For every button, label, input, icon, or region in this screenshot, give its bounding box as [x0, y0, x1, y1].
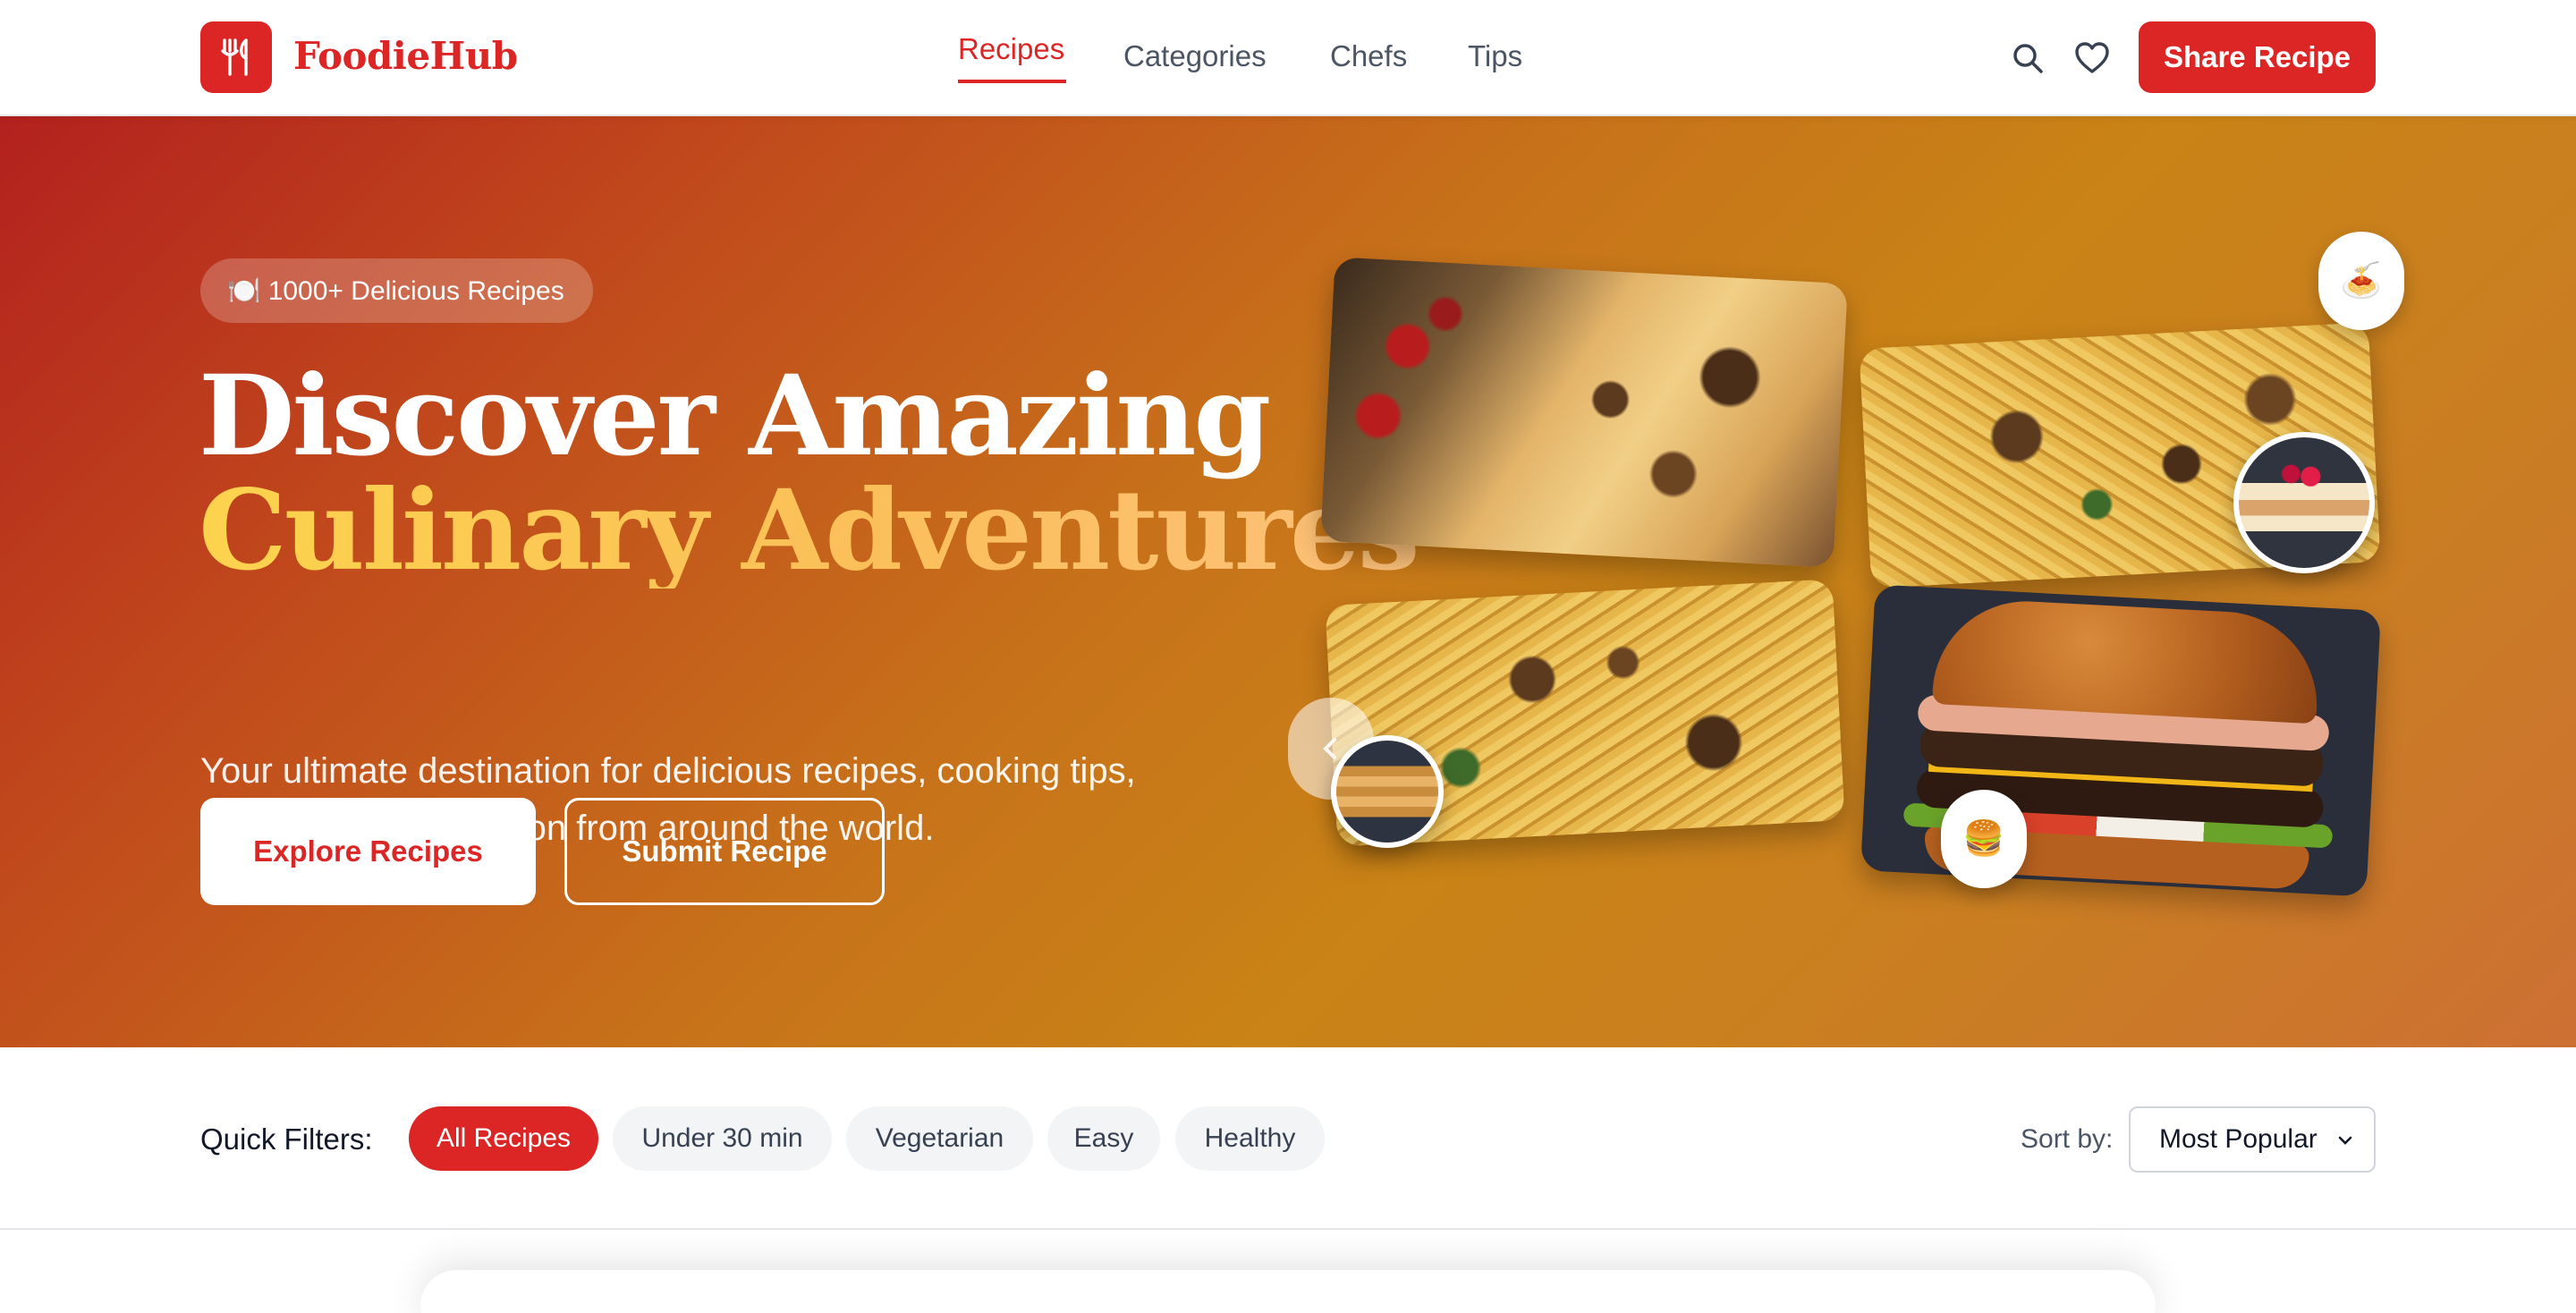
- filter-chip-easy[interactable]: Easy: [1047, 1106, 1160, 1171]
- nav-link-tips[interactable]: Tips: [1468, 39, 1522, 73]
- spaghetti-icon: 🍝: [2318, 232, 2404, 330]
- chevron-down-icon: [2338, 1136, 2352, 1145]
- hero-subtitle-line1: Your ultimate destination for delicious …: [200, 751, 1136, 791]
- filter-chip-all-recipes[interactable]: All Recipes: [409, 1106, 598, 1171]
- chevron-left-icon: [1323, 738, 1336, 759]
- pizza-image[interactable]: [1320, 257, 1848, 568]
- nav-link-recipes[interactable]: Recipes: [958, 32, 1064, 66]
- favorites-button[interactable]: [2070, 36, 2114, 80]
- brand-name[interactable]: FoodieHub: [293, 34, 518, 78]
- top-navbar: FoodieHub Recipes Categories Chefs Tips …: [0, 0, 2576, 116]
- filter-chip-vegetarian[interactable]: Vegetarian: [846, 1106, 1033, 1171]
- active-nav-indicator: [958, 80, 1066, 83]
- hero-title-line1: Discover Amazing: [199, 352, 1271, 481]
- filter-chip-under-30-min[interactable]: Under 30 min: [613, 1106, 832, 1171]
- share-recipe-button[interactable]: Share Recipe: [2139, 21, 2376, 93]
- burger-bun-top: [1931, 597, 2322, 724]
- sort-select[interactable]: Most Popular: [2129, 1106, 2376, 1173]
- cake-thumbnail[interactable]: [2233, 432, 2375, 573]
- burger-icon: 🍔: [1941, 790, 2027, 888]
- recipe-count-badge: 🍽️ 1000+ Delicious Recipes: [200, 258, 593, 323]
- hero-title: Discover Amazing Culinary Adventures: [199, 352, 1420, 596]
- logo-badge[interactable]: [200, 21, 272, 93]
- search-button[interactable]: [2005, 36, 2050, 80]
- heart-icon: [2075, 42, 2109, 73]
- sort-by-label: Sort by:: [2021, 1124, 2114, 1154]
- quick-filters-label: Quick Filters:: [200, 1122, 373, 1156]
- hero-title-line2: Culinary Adventures: [199, 466, 1420, 596]
- pancake-thumbnail[interactable]: [1331, 735, 1444, 848]
- content-card-peek: [420, 1270, 2156, 1313]
- filter-chip-healthy[interactable]: Healthy: [1175, 1106, 1325, 1171]
- hero-section: 🍽️ 1000+ Delicious Recipes Discover Amaz…: [0, 116, 2576, 1047]
- burger-image[interactable]: [1860, 584, 2381, 897]
- explore-recipes-button[interactable]: Explore Recipes: [200, 798, 536, 905]
- nav-link-chefs[interactable]: Chefs: [1330, 39, 1407, 73]
- submit-recipe-button[interactable]: Submit Recipe: [564, 798, 885, 905]
- nav-link-categories[interactable]: Categories: [1123, 39, 1267, 73]
- utensils-icon: [221, 38, 248, 76]
- sort-selected-value: Most Popular: [2159, 1124, 2318, 1154]
- quick-filters-bar: Quick Filters: All Recipes Under 30 min …: [0, 1047, 2576, 1230]
- search-icon: [2013, 44, 2043, 73]
